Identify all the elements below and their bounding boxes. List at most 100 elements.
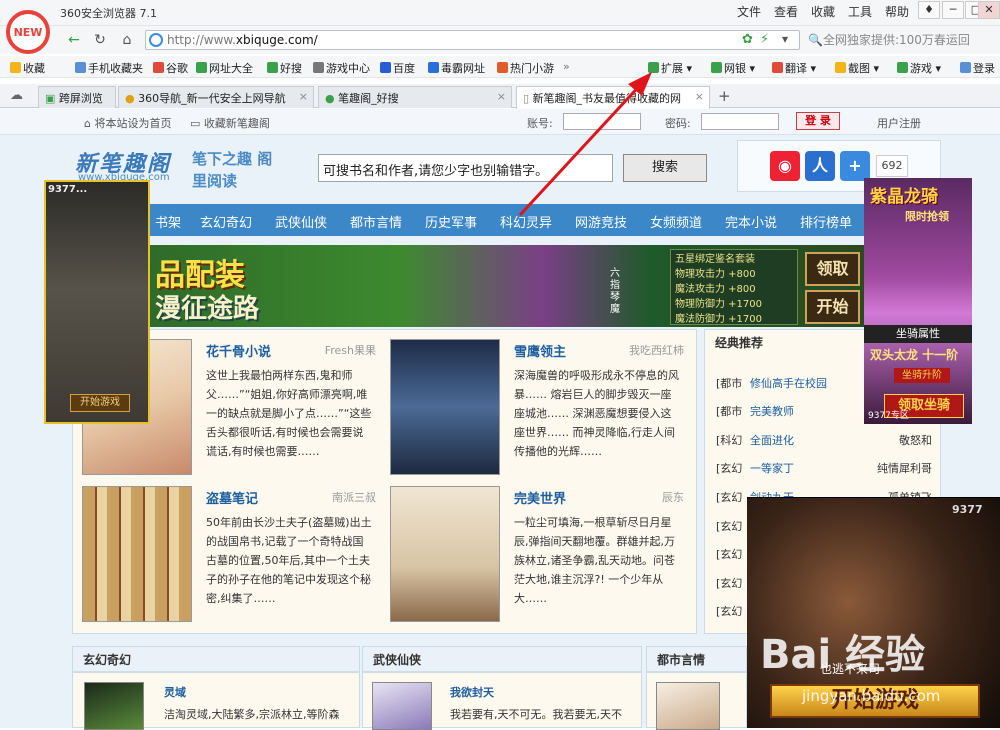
gamepad-icon xyxy=(897,62,908,73)
bookmark-mobile[interactable]: 手机收藏夹 xyxy=(75,60,143,76)
home-icon[interactable]: ⌂ xyxy=(117,31,137,49)
banner-label: 六指琴魔 xyxy=(610,268,620,315)
login-button[interactable]: 登 录 xyxy=(796,112,840,130)
bookmark-games[interactable]: 游戏中心 xyxy=(313,60,370,76)
tab-biquge-search[interactable]: ● 笔趣阁_好搜 × xyxy=(318,86,512,108)
ad-upgrade-button[interactable]: 坐骑升阶 xyxy=(894,368,950,383)
back-icon[interactable]: ← xyxy=(64,31,84,49)
chevron-down-icon[interactable]: ▾ xyxy=(782,32,788,46)
book-cover[interactable] xyxy=(390,339,500,475)
close-icon[interactable]: × xyxy=(497,90,506,103)
browser-logo[interactable]: NEW xyxy=(6,10,50,54)
screenshot-button[interactable]: 截图 ▾ xyxy=(835,60,879,76)
banner-stat: 物理防御力 +1700 xyxy=(675,299,763,310)
ad-brand: 9377... xyxy=(48,184,88,195)
menu-help[interactable]: 帮助 xyxy=(885,3,909,20)
nav-fantasy[interactable]: 玄幻奇幻 xyxy=(200,212,252,231)
book-thumbnail[interactable] xyxy=(656,682,720,730)
banner-start-button[interactable]: 开始 xyxy=(805,290,860,324)
nav-completed[interactable]: 完本小说 xyxy=(725,212,777,231)
book-title[interactable]: 灵域 xyxy=(164,684,186,700)
menu-favorites[interactable]: 收藏 xyxy=(811,3,835,20)
book-author[interactable]: 南派三叔 xyxy=(286,489,376,505)
minimize-button[interactable]: ─ xyxy=(942,1,964,19)
app-title: 360安全浏览器 7.1 xyxy=(60,7,157,20)
translate-button[interactable]: 翻译 ▾ xyxy=(772,60,816,76)
renren-icon[interactable]: 人 xyxy=(805,151,835,181)
bookmark-haosou[interactable]: 好搜 xyxy=(267,60,302,76)
more-chevron-icon[interactable]: » xyxy=(563,60,570,73)
list-item[interactable]: [科幻 全面进化 敬怒和 xyxy=(716,432,936,450)
nav-bookshelf[interactable]: 书架 xyxy=(155,212,181,231)
nav-urban[interactable]: 都市言情 xyxy=(350,212,402,231)
user-icon xyxy=(960,62,971,73)
search-field[interactable]: 🔍全网独家提供:100万春运回 xyxy=(808,31,1000,48)
tab-360-nav[interactable]: ● 360导航_新一代安全上网导航 × xyxy=(118,86,314,108)
tab-cross-screen[interactable]: ▣ 跨屏浏览 xyxy=(38,86,116,108)
plus-share-icon[interactable]: + xyxy=(840,151,870,181)
ad-brand: 9377专区 xyxy=(868,411,909,421)
bookmark-duba[interactable]: 毒霸网址 xyxy=(428,60,485,76)
nav-gaming[interactable]: 网游竞技 xyxy=(575,212,627,231)
close-icon[interactable]: × xyxy=(299,90,308,103)
extensions-button[interactable]: 扩展 ▾ xyxy=(648,60,692,76)
bookmark-baidu[interactable]: 百度 xyxy=(380,60,415,76)
new-tab-button[interactable]: + xyxy=(718,87,731,105)
book-description: 洁淘灵域,大陆繁多,宗派林立,等阶森 xyxy=(164,708,340,721)
share-count: 692 xyxy=(876,155,908,177)
set-homepage-link[interactable]: ⌂ 将本站设为首页 xyxy=(84,115,171,131)
address-bar[interactable]: http://www.xbiquge.com/ ✿ ⚡ ▾ xyxy=(145,30,800,50)
book-thumbnail[interactable] xyxy=(372,682,432,730)
translate-icon xyxy=(772,62,783,73)
close-button[interactable]: ✕ xyxy=(978,1,1000,19)
menu-file[interactable]: 文件 xyxy=(737,3,761,20)
speed-icon[interactable]: ⚡ xyxy=(760,32,769,47)
register-link[interactable]: 用户注册 xyxy=(877,115,921,131)
ad-start-game-button[interactable]: 开始游戏 xyxy=(70,394,130,412)
bookmark-google[interactable]: 谷歌 xyxy=(153,60,188,76)
section-heading: 玄幻奇幻 xyxy=(73,647,359,673)
book-title[interactable]: 完美世界 xyxy=(514,488,566,507)
bookmark-minigames[interactable]: 热门小游 xyxy=(497,60,554,76)
nav-wuxia[interactable]: 武侠仙侠 xyxy=(275,212,327,231)
book-author[interactable]: 辰东 xyxy=(594,489,684,505)
search-icon xyxy=(267,62,278,73)
bookmark-hao123[interactable]: 网址大全 xyxy=(196,60,253,76)
close-icon[interactable]: × xyxy=(695,90,704,103)
cloud-icon[interactable]: ☁ xyxy=(10,88,23,103)
account-input[interactable] xyxy=(563,113,641,130)
password-input[interactable] xyxy=(701,113,779,130)
game-button[interactable]: 游戏 ▾ xyxy=(897,60,941,76)
book-title[interactable]: 我欲封天 xyxy=(450,684,494,700)
baidu-watermark-url: jingyan.baidu.com xyxy=(802,687,941,705)
book-cover[interactable] xyxy=(82,486,192,622)
netbank-button[interactable]: 网银 ▾ xyxy=(711,60,755,76)
bookmark-favorites[interactable]: 收藏 xyxy=(10,60,45,76)
banner-claim-button[interactable]: 领取 xyxy=(805,252,860,286)
book-title[interactable]: 雪鹰领主 xyxy=(514,341,566,360)
nav-female[interactable]: 女频频道 xyxy=(650,212,702,231)
nav-history[interactable]: 历史军事 xyxy=(425,212,477,231)
book-cover[interactable] xyxy=(390,486,500,622)
weibo-icon[interactable]: ◉ xyxy=(770,151,800,181)
refresh-icon[interactable]: ↻ xyxy=(90,31,110,49)
book-author[interactable]: Fresh果果 xyxy=(286,342,376,358)
menu-tools[interactable]: 工具 xyxy=(848,3,872,20)
list-item[interactable]: [玄幻 一等家丁 纯情犀利哥 xyxy=(716,460,936,478)
ad-band: 坐骑属性 xyxy=(864,325,972,343)
book-title[interactable]: 盗墓笔记 xyxy=(206,488,258,507)
left-float-ad[interactable] xyxy=(44,180,150,424)
book-title[interactable]: 花千骨小说 xyxy=(206,341,271,360)
book-search-button[interactable]: 搜索 xyxy=(623,154,707,182)
nav-ranking[interactable]: 排行榜单 xyxy=(800,212,852,231)
skin-button[interactable]: ♦ xyxy=(918,1,940,19)
add-favorite-link[interactable]: ▭ 收藏新笔趣阁 xyxy=(190,115,270,131)
book-search-input[interactable]: 可搜书名和作者,请您少字也别输错字。 xyxy=(318,154,613,182)
book-thumbnail[interactable] xyxy=(84,682,144,730)
tab-xbiquge-active[interactable]: ▯ 新笔趣阁_书友最值得收藏的网 × xyxy=(516,86,710,109)
nav-scifi[interactable]: 科幻灵异 xyxy=(500,212,552,231)
security-icon[interactable]: ✿ xyxy=(742,32,753,47)
book-author[interactable]: 我吃西红柿 xyxy=(594,342,684,358)
login-button-browser[interactable]: 登录 xyxy=(960,60,995,76)
menu-view[interactable]: 查看 xyxy=(774,3,798,20)
